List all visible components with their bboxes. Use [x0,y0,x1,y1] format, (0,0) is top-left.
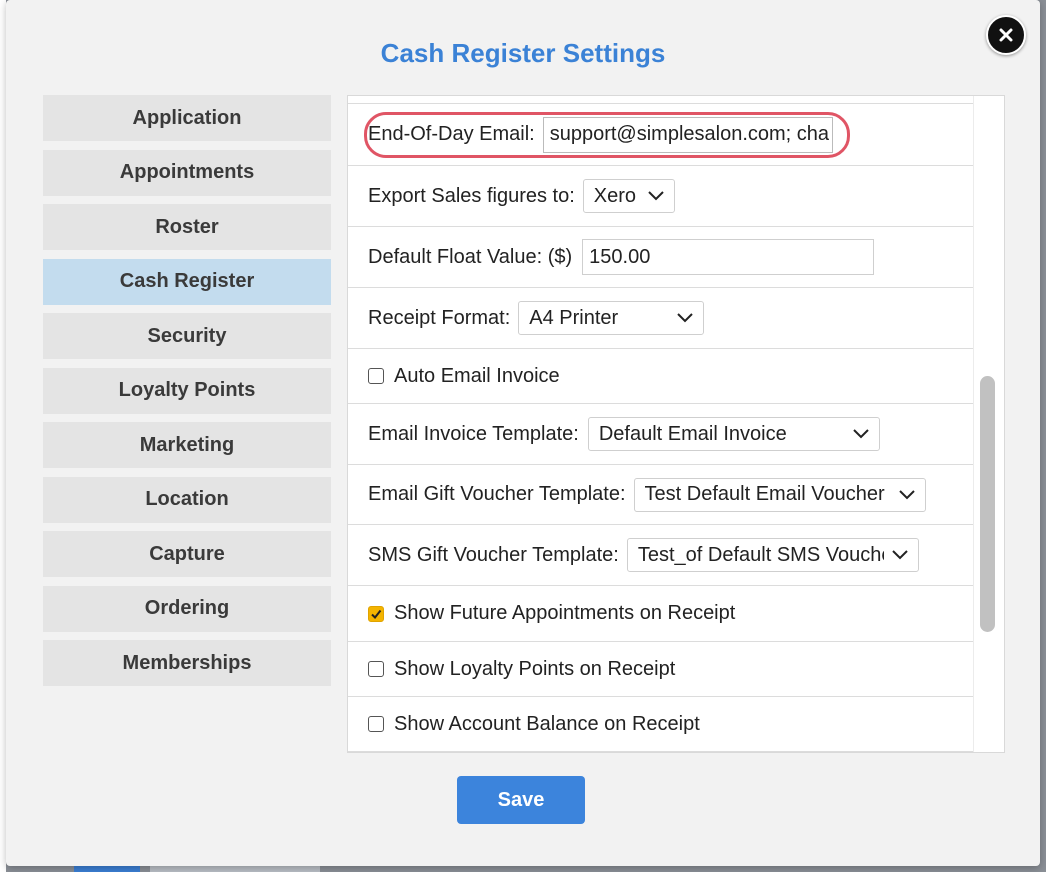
chevron-down-icon [898,489,915,499]
nav-item-cash-register[interactable]: Cash Register [43,258,331,305]
receipt-format-label: Receipt Format: [368,306,511,329]
email-invoice-template-value: Default Email Invoice [598,422,787,445]
email-gift-voucher-template-select[interactable]: Test Default Email Voucher [633,477,926,512]
show-account-balance-label: Show Account Balance on Receipt [394,712,700,735]
show-future-appointments-checkbox[interactable] [368,605,384,622]
row-default-float: Default Float Value: ($) 150.00 [348,227,973,288]
nav-item-security[interactable]: Security [43,313,331,359]
email-invoice-template-select[interactable]: Default Email Invoice [587,417,880,451]
export-sales-select[interactable]: Xero [582,179,675,213]
row-show-loyalty-points: Show Loyalty Points on Receipt [348,642,973,697]
nav-item-application[interactable]: Application [43,95,331,141]
sms-gift-voucher-template-value: Test_of Default SMS Vouche [637,543,884,566]
nav-item-appointments[interactable]: Appointments [43,149,331,196]
nav-item-loyalty-points[interactable]: Loyalty Points [43,367,331,414]
save-button[interactable]: Save [457,776,585,824]
chevron-down-icon [892,550,908,560]
nav-item-roster[interactable]: Roster [43,204,331,250]
settings-nav: Application Appointments Roster Cash Reg… [43,95,331,695]
auto-email-invoice-checkbox[interactable] [368,368,384,384]
background-tab [150,865,320,872]
export-sales-label: Export Sales figures to: [368,184,575,207]
row-export-sales: Export Sales figures to: Xero [348,166,973,227]
auto-email-invoice-label: Auto Email Invoice [394,364,560,387]
chevron-down-icon [677,313,693,323]
close-button[interactable] [986,15,1026,55]
row-show-account-balance: Show Account Balance on Receipt [348,697,973,752]
settings-panel: End-Of-Day Email: support@simplesalon.co… [347,95,1005,753]
email-gift-voucher-template-label: Email Gift Voucher Template: [368,483,626,505]
nav-item-ordering[interactable]: Ordering [43,585,331,632]
chevron-down-icon [853,429,869,439]
close-icon [999,28,1013,42]
row-show-future-appointments: Show Future Appointments on Receipt [348,586,973,642]
email-invoice-template-label: Email Invoice Template: [368,422,579,445]
receipt-format-value: A4 Printer [529,306,619,329]
dialog-title: Cash Register Settings [380,38,666,68]
row-email-gift-voucher-template: Email Gift Voucher Template: Test Defaul… [348,465,973,525]
end-of-day-email-label: End-Of-Day Email: [368,123,535,145]
nav-item-marketing[interactable]: Marketing [43,422,331,468]
email-gift-voucher-template-value: Test Default Email Voucher [644,483,885,505]
end-of-day-email-input[interactable]: support@simplesalon.com; cha [542,116,833,153]
export-sales-value: Xero [593,184,637,207]
nav-item-capture[interactable]: Capture [43,531,331,577]
nav-item-location[interactable]: Location [43,476,331,523]
nav-item-memberships[interactable]: Memberships [43,640,331,686]
show-future-appointments-label: Show Future Appointments on Receipt [394,602,736,624]
row-receipt-format: Receipt Format: A4 Printer [348,288,973,349]
show-loyalty-points-checkbox[interactable] [368,661,384,677]
row-sms-gift-voucher-template: SMS Gift Voucher Template: Test_of Defau… [348,525,973,586]
sms-gift-voucher-template-label: SMS Gift Voucher Template: [368,543,619,566]
row-email-invoice-template: Email Invoice Template: Default Email In… [348,404,973,465]
receipt-format-select[interactable]: A4 Printer [518,301,705,335]
row-partial [348,96,973,104]
chevron-down-icon [648,191,664,201]
show-account-balance-checkbox[interactable] [368,716,384,732]
sms-gift-voucher-template-select[interactable]: Test_of Default SMS Vouche [626,538,919,572]
default-float-input[interactable]: 150.00 [582,239,875,275]
show-loyalty-points-label: Show Loyalty Points on Receipt [394,657,676,680]
checkmark-icon [371,609,382,619]
row-auto-email-invoice: Auto Email Invoice [348,349,973,404]
settings-dialog: Cash Register Settings Application Appoi… [6,0,1040,866]
row-end-of-day-email: End-Of-Day Email: support@simplesalon.co… [348,104,973,166]
default-float-label: Default Float Value: ($) [368,245,573,268]
background-tab [74,865,140,872]
scrollbar-thumb[interactable] [980,376,995,632]
